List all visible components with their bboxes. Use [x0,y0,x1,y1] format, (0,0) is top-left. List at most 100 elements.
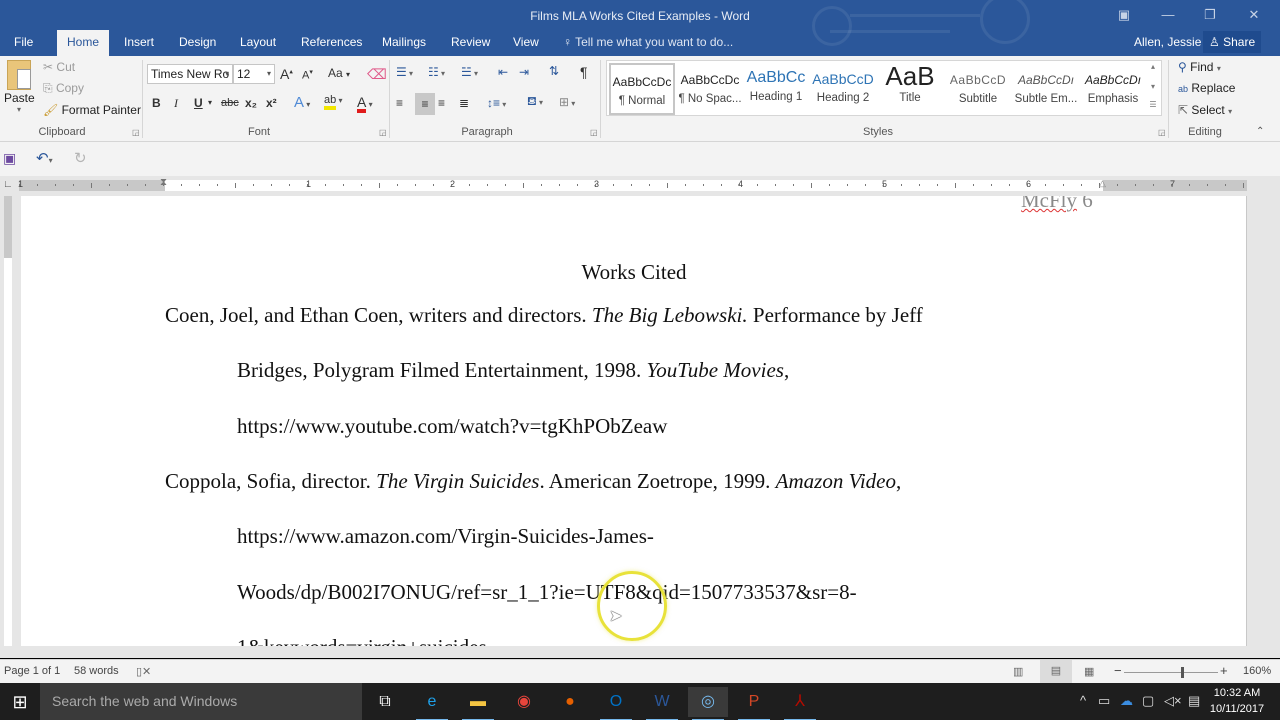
change-case-button[interactable]: Aa ▾ [328,66,350,80]
zoom-in-button[interactable]: + [1220,663,1228,678]
highlight-button[interactable]: ab ▾ [324,94,343,110]
bullets-button[interactable]: ☰ ▾ [396,65,413,79]
restore-button[interactable]: ❐ [1190,4,1230,26]
style-emphasis[interactable]: AaBbCcDı Emphasis [1080,63,1146,115]
paste-button[interactable]: Paste ▾ [4,60,35,114]
tab-selector-icon[interactable]: ∟ [3,179,13,190]
align-right-button[interactable]: ≡ [438,96,445,110]
zoom-level[interactable]: 160% [1243,665,1271,677]
taskbar-task-view-icon[interactable]: ⧉ [365,687,405,717]
zoom-slider-thumb[interactable] [1181,667,1185,678]
gallery-scroll-down-icon[interactable]: ▾ [1146,82,1160,91]
style-no-spacing[interactable]: AaBbCcDc ¶ No Spac... [677,63,743,115]
replace-button[interactable]: ab Replace [1178,81,1235,95]
gallery-scroll-up-icon[interactable]: ▴ [1146,62,1160,71]
shrink-font-button[interactable]: A▾ [302,68,313,82]
style-heading-2[interactable]: AaBbCcD Heading 2 [810,63,876,115]
clipboard-dialog-launcher-icon[interactable]: ◲ [132,128,140,137]
font-size-combo[interactable]: 12 ▾ [233,64,275,84]
subscript-button[interactable]: x₂ [245,96,257,110]
indent-marker-icon[interactable]: ⧗ [160,177,167,188]
paragraph-dialog-launcher-icon[interactable]: ◲ [590,128,598,137]
shading-button[interactable]: ⛾ ▾ [527,94,543,110]
tell-me-box[interactable]: ♀ Tell me what you want to do... [563,30,733,56]
multilevel-list-button[interactable]: ☱ ▾ [461,65,478,79]
taskbar-file-explorer-icon[interactable]: ▬ [458,687,498,720]
taskbar-internet-explorer-icon[interactable]: e [412,687,452,720]
show-marks-button[interactable]: ¶ [580,64,588,80]
align-left-button[interactable]: ≡ [396,96,403,110]
select-button[interactable]: ⇱ Select ▾ [1178,103,1232,117]
underline-dropdown[interactable]: ▾ [208,98,212,107]
format-painter-button[interactable]: 🖌 Format Painter [43,103,141,117]
network-icon[interactable]: ▢ [1142,693,1154,709]
tab-layout[interactable]: Layout [230,30,286,56]
redo-icon[interactable]: ↻ [74,149,87,167]
ribbon-display-button[interactable]: ▣ [1104,4,1144,26]
justify-button[interactable]: ≣ [459,96,469,110]
borders-button[interactable]: ⊞ ▾ [559,95,575,109]
tab-view[interactable]: View [503,30,549,56]
read-mode-icon[interactable]: ▥ [1013,665,1023,678]
bold-button[interactable]: B [152,96,161,110]
user-name[interactable]: Allen, Jessie [1134,30,1201,54]
taskbar-word-icon[interactable]: W [642,687,682,720]
font-dialog-launcher-icon[interactable]: ◲ [379,128,387,137]
show-hidden-icons[interactable]: ^ [1080,693,1086,708]
minimize-button[interactable]: — [1148,4,1188,26]
cut-button[interactable]: ✂ Cut [43,60,75,74]
numbering-button[interactable]: ☷ ▾ [428,65,445,79]
taskbar-clock[interactable]: 10:32 AM 10/11/2017 [1208,685,1266,717]
taskbar-acrobat-icon[interactable]: ⅄ [780,687,820,720]
power-icon[interactable]: ▭ [1098,693,1110,709]
undo-icon[interactable]: ↶▾ [36,149,53,167]
tab-insert[interactable]: Insert [114,30,164,56]
tab-references[interactable]: References [291,30,372,56]
onedrive-icon[interactable]: ☁ [1120,693,1133,709]
strikethrough-button[interactable]: abc [221,97,239,109]
proofing-icon[interactable]: ▯✕ [136,665,151,678]
print-layout-icon[interactable]: ▤ [1040,660,1072,683]
styles-dialog-launcher-icon[interactable]: ◲ [1158,128,1166,137]
italic-button[interactable]: I [174,96,178,111]
increase-indent-button[interactable]: ⇥ [519,65,529,79]
line-spacing-button[interactable]: ↕≡ ▾ [487,96,506,110]
page-count[interactable]: Page 1 of 1 [4,665,60,677]
taskbar-outlook-icon[interactable]: O [596,687,636,720]
find-button[interactable]: ⚲ Find ▾ [1178,60,1221,74]
tab-review[interactable]: Review [441,30,500,56]
save-sync-icon[interactable]: ▣ [3,150,16,167]
taskbar-search[interactable]: Search the web and Windows [40,683,362,720]
copy-button[interactable]: ⎘ Copy [43,81,84,96]
tab-file[interactable]: File [4,30,43,56]
taskbar-chrome-icon[interactable]: ◉ [504,687,544,717]
decrease-indent-button[interactable]: ⇤ [498,65,508,79]
style-title[interactable]: AaB Title [877,61,943,115]
tab-mailings[interactable]: Mailings [372,30,436,56]
superscript-button[interactable]: x² [266,96,277,110]
style-heading-1[interactable]: AaBbCc Heading 1 [743,63,809,115]
sort-button[interactable]: ⇅ [549,64,559,78]
font-name-combo[interactable]: Times New Ro ▾ [147,64,233,84]
grow-font-button[interactable]: A▴ [280,66,293,82]
close-button[interactable]: ✕ [1234,4,1274,26]
style-subtle-emphasis[interactable]: AaBbCcDı Subtle Em... [1013,63,1079,115]
taskbar-powerpoint-icon[interactable]: P [734,687,774,720]
style-normal[interactable]: AaBbCcDc ¶ Normal [609,63,675,115]
right-indent-marker-icon[interactable]: △ [1099,178,1106,189]
text-effects-button[interactable]: A ▾ [294,94,310,111]
web-layout-icon[interactable]: ▦ [1084,665,1094,678]
zoom-slider[interactable] [1124,667,1218,678]
taskbar-firefox-icon[interactable]: ● [550,687,590,717]
horizontal-ruler[interactable]: 11234567 ⧗ △ [18,177,1247,191]
share-button[interactable]: ♙ Share [1203,31,1261,53]
font-color-button[interactable]: A ▾ [357,94,373,113]
tab-home[interactable]: Home [57,30,110,56]
action-center-icon[interactable]: ▤ [1188,693,1200,709]
volume-muted-icon[interactable]: ◁× [1164,693,1182,709]
collapse-ribbon-icon[interactable]: ⌃ [1256,126,1264,137]
clear-formatting-button[interactable]: ⌫ [367,66,387,83]
document-page[interactable]: McFly 6 Works Cited Coen, Joel, and Etha… [21,196,1247,646]
gallery-more-icon[interactable]: ☰ [1146,100,1160,109]
tab-design[interactable]: Design [169,30,226,56]
